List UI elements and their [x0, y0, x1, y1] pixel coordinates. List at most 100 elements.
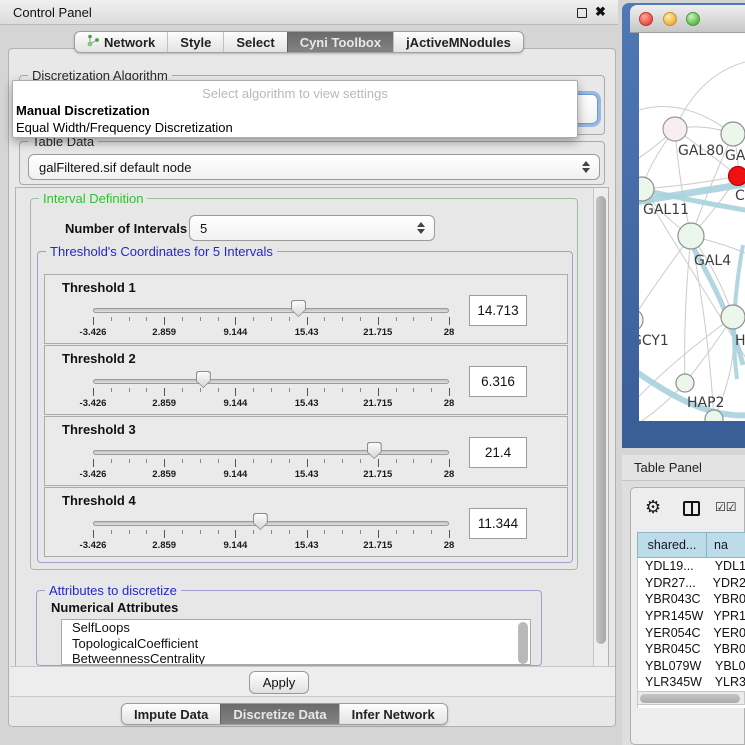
scrollbar-thumb[interactable] [596, 196, 606, 644]
attribute-item[interactable]: SelfLoops [62, 620, 530, 636]
slider-thumb[interactable] [196, 371, 211, 388]
network-node[interactable] [721, 305, 745, 329]
cyni-toolbox-panel: Discretization Algorithm Table Data galF… [8, 48, 616, 727]
table-row[interactable]: YBR045CYBR0 [638, 641, 745, 658]
control-panel-tabs: Network Style Select Cyni Toolbox jActiv… [74, 31, 524, 53]
table-row[interactable]: YLR345WYLR3 [638, 674, 745, 691]
close-traffic-light[interactable] [639, 12, 653, 26]
gear-icon[interactable]: ⚙ [645, 497, 661, 518]
combo-stepper-icon [582, 161, 590, 173]
apply-strip: Apply [10, 666, 615, 697]
zoom-traffic-light[interactable] [686, 12, 700, 26]
table-data-combobox[interactable]: galFiltered.sif default node [28, 154, 600, 180]
table-row[interactable]: YER054CYER0 [638, 624, 745, 641]
tab-label: Network [104, 35, 155, 50]
cell-name: YDL1 [708, 559, 745, 573]
threshold-value-field[interactable]: 14.713 [469, 295, 527, 326]
attributes-group: Attributes to discretize Numerical Attri… [36, 590, 542, 666]
tab-style[interactable]: Style [167, 32, 223, 52]
table-body: YDL19...YDL1YDR27...YDR2YBR043CYBR0YPR14… [637, 558, 745, 708]
table-row[interactable]: YBL079WYBL0 [638, 658, 745, 675]
cell-shared-name: YDL19... [638, 559, 708, 573]
tab-network[interactable]: Network [75, 32, 167, 52]
float-window-icon[interactable] [577, 8, 587, 18]
threshold-value-field[interactable]: 11.344 [469, 508, 527, 539]
cell-shared-name: YBR043C [638, 592, 706, 606]
tab-infer-network[interactable]: Infer Network [339, 704, 447, 724]
threshold-slider[interactable]: -3.4262.8599.14415.4321.71528 [85, 370, 457, 414]
column-header-name[interactable]: na [707, 532, 745, 558]
menu-item-manual-discretization[interactable]: Manual Discretization [16, 103, 150, 118]
tab-cyni-toolbox[interactable]: Cyni Toolbox [287, 32, 393, 52]
tab-impute-data[interactable]: Impute Data [122, 704, 220, 724]
minimize-traffic-light[interactable] [663, 12, 677, 26]
cell-name: YBR0 [706, 592, 745, 606]
network-node-label: GA [725, 148, 745, 164]
network-node-label: H [735, 333, 745, 349]
cyni-bottom-tabs: Impute Data Discretize Data Infer Networ… [121, 703, 448, 725]
vertical-scrollbar[interactable] [593, 188, 608, 666]
slider-track[interactable] [93, 308, 449, 313]
network-node[interactable] [729, 167, 745, 186]
threshold-panel-4: Threshold 4-3.4262.8599.14415.4321.71528… [44, 487, 568, 557]
threshold-value-field[interactable]: 6.316 [469, 366, 527, 397]
tab-jactivemnodules[interactable]: jActiveMNodules [393, 32, 523, 52]
threshold-slider[interactable]: -3.4262.8599.14415.4321.71528 [85, 512, 457, 556]
table-row[interactable]: YBR043CYBR0 [638, 591, 745, 608]
horizontal-scrollbar[interactable] [637, 691, 745, 705]
network-window-titlebar[interactable] [630, 5, 745, 33]
settings-scrollpane: Interval Definition Number of Intervals … [15, 187, 609, 667]
network-canvas[interactable]: GAL80GACGAL11GAL4GCY1HHAP2 [639, 33, 745, 421]
table-panel-title: Table Panel [634, 460, 702, 475]
network-node[interactable] [678, 223, 704, 249]
column-header-shared[interactable]: shared... [637, 532, 707, 558]
attribute-item[interactable]: BetweennessCentrality [62, 651, 530, 665]
network-edge[interactable] [685, 236, 691, 383]
table-row[interactable]: YDL19...YDL1 [638, 558, 745, 575]
split-table-icon[interactable] [683, 501, 700, 516]
tab-label: Cyni Toolbox [300, 35, 381, 50]
threshold-value-field[interactable]: 21.4 [469, 437, 527, 468]
network-node[interactable] [676, 374, 694, 392]
tab-select[interactable]: Select [223, 32, 286, 52]
slider-track[interactable] [93, 450, 449, 455]
select-columns-icon[interactable]: ☑☑ [715, 500, 737, 514]
network-node[interactable] [721, 122, 745, 146]
slider-scale: -3.4262.8599.14415.4321.71528 [93, 327, 450, 339]
close-icon[interactable]: ✖ [595, 4, 606, 20]
threshold-slider[interactable]: -3.4262.8599.14415.4321.71528 [85, 299, 457, 343]
num-intervals-value: 5 [200, 221, 207, 236]
network-node-label: C [735, 188, 745, 204]
scrollbar-thumb[interactable] [640, 694, 740, 703]
tab-label: Infer Network [352, 707, 435, 722]
list-scrollbar[interactable] [518, 622, 528, 664]
attribute-item[interactable]: TopologicalCoefficient [62, 636, 530, 652]
table-row[interactable]: YDR27...YDR2 [638, 575, 745, 592]
tab-discretize-data[interactable]: Discretize Data [220, 704, 338, 724]
menu-item-equal-width-frequency[interactable]: Equal Width/Frequency Discretization [16, 120, 233, 135]
slider-scale: -3.4262.8599.14415.4321.71528 [93, 540, 450, 552]
cell-name: YBR0 [706, 642, 745, 656]
num-intervals-combobox[interactable]: 5 [189, 215, 435, 241]
apply-button[interactable]: Apply [249, 671, 309, 694]
network-edge[interactable] [639, 236, 691, 320]
network-edge[interactable] [691, 236, 733, 317]
tab-label: jActiveMNodules [406, 35, 511, 50]
threshold-slider[interactable]: -3.4262.8599.14415.4321.71528 [85, 441, 457, 485]
tab-label: Style [180, 35, 211, 50]
threshold-panel-1: Threshold 1 -3.4262.8599.14415.4321.71528… [44, 274, 568, 344]
slider-ticks [93, 317, 450, 326]
thresholds-group: Threshold's Coordinates for 5 Intervals … [37, 251, 573, 563]
cell-shared-name: YBL079W [638, 659, 708, 673]
network-node[interactable] [639, 309, 643, 331]
slider-thumb[interactable] [367, 442, 382, 459]
network-node[interactable] [663, 117, 687, 141]
threshold-label: Threshold 1 [62, 280, 136, 295]
slider-track[interactable] [93, 521, 449, 526]
slider-track[interactable] [93, 379, 449, 384]
table-row[interactable]: YPR145WYPR1 [638, 608, 745, 625]
algorithm-dropdown-popup: Select algorithm to view settings Manual… [12, 80, 578, 138]
slider-thumb[interactable] [291, 300, 306, 317]
slider-thumb[interactable] [253, 513, 268, 530]
attributes-list[interactable]: SelfLoopsTopologicalCoefficientBetweenne… [61, 619, 531, 665]
